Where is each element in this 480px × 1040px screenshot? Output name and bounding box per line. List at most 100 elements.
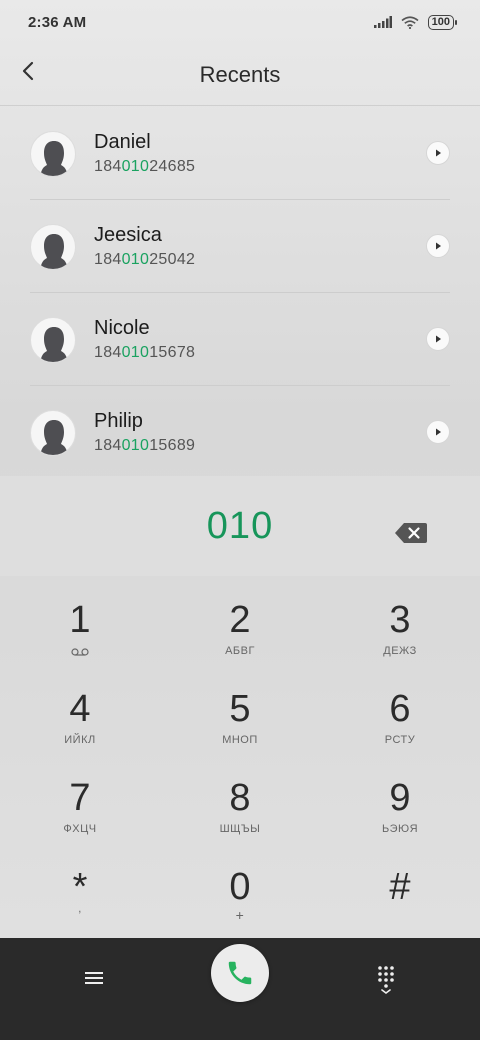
- person-silhouette-icon: [40, 233, 68, 269]
- dial-input[interactable]: 010: [207, 505, 273, 548]
- key-star[interactable]: * ,: [0, 843, 160, 932]
- key-2[interactable]: 2 АБВГ: [160, 576, 320, 665]
- key-letters: +: [235, 907, 245, 923]
- page-title: Recents: [199, 61, 281, 87]
- key-4[interactable]: 4 ИЙКЛ: [0, 665, 160, 754]
- avatar: [30, 223, 76, 270]
- contact-text: Nicole 18401015678: [94, 316, 195, 364]
- contact-text: Philip 18401015689: [94, 409, 195, 457]
- key-letters: ДЕЖЗ: [383, 645, 417, 657]
- contact-name: Nicole: [94, 316, 150, 339]
- contact-number: 18401024685: [94, 156, 195, 178]
- dialpad-toggle-button[interactable]: [372, 964, 400, 994]
- play-arrow-icon: [436, 149, 441, 157]
- key-letters: ФХЦЧ: [63, 823, 97, 835]
- voicemail-icon: [0, 647, 160, 659]
- key-letters: АБВГ: [225, 645, 255, 657]
- key-8[interactable]: 8 ШЩЪЫ: [160, 754, 320, 843]
- contact-row[interactable]: Philip 18401015689: [0, 386, 480, 479]
- key-digit: 3: [389, 599, 411, 641]
- contact-name: Jeesica: [94, 223, 162, 246]
- key-digit: *: [72, 866, 88, 908]
- contact-number: 18401015678: [94, 342, 195, 364]
- number-match: 010: [121, 250, 150, 268]
- signal-icon: [373, 16, 392, 28]
- key-digit: #: [389, 866, 411, 908]
- person-silhouette-icon: [40, 419, 68, 455]
- contact-row[interactable]: Nicole 18401015678: [0, 293, 480, 386]
- contact-row[interactable]: Jeesica 18401025042: [0, 200, 480, 293]
- menu-button[interactable]: [80, 964, 108, 992]
- status-bar: 2:36 AM 100: [0, 0, 480, 44]
- key-digit: 7: [69, 777, 91, 819]
- contact-detail-button[interactable]: [426, 420, 450, 444]
- chevron-left-icon: [22, 61, 34, 81]
- keypad: 1 2 АБВГ 3 ДЕЖЗ 4 ИЙКЛ 5 МНОП 6 РСТУ 7 Ф…: [0, 576, 480, 938]
- status-icons: 100: [373, 14, 458, 30]
- key-hash[interactable]: #: [320, 843, 480, 932]
- number-suffix: 25042: [149, 250, 196, 268]
- play-arrow-icon: [436, 335, 441, 343]
- key-5[interactable]: 5 МНОП: [160, 665, 320, 754]
- avatar: [30, 316, 76, 363]
- back-button[interactable]: [14, 56, 42, 86]
- key-6[interactable]: 6 РСТУ: [320, 665, 480, 754]
- avatar: [30, 130, 76, 177]
- header: Recents: [0, 44, 480, 106]
- number-prefix: 184: [94, 343, 122, 361]
- key-letters: ИЙКЛ: [64, 734, 96, 746]
- contact-detail-button[interactable]: [426, 327, 450, 351]
- recents-list: Daniel 18401024685 Jeesica 18401025042 N…: [0, 107, 480, 479]
- number-match: 010: [121, 343, 150, 361]
- key-3[interactable]: 3 ДЕЖЗ: [320, 576, 480, 665]
- contact-text: Daniel 18401024685: [94, 130, 195, 178]
- backspace-icon: [395, 523, 427, 543]
- contact-row[interactable]: Daniel 18401024685: [0, 107, 480, 200]
- key-1[interactable]: 1: [0, 576, 160, 665]
- contact-number: 18401025042: [94, 249, 195, 271]
- number-prefix: 184: [94, 250, 122, 268]
- number-match: 010: [121, 157, 150, 175]
- number-prefix: 184: [94, 157, 122, 175]
- key-digit: 4: [69, 688, 91, 730]
- contact-name: Daniel: [94, 130, 151, 153]
- key-letters: ШЩЪЫ: [219, 823, 261, 835]
- dialpad-icon: [378, 966, 394, 994]
- key-digit: 0: [229, 866, 251, 908]
- key-digit: 1: [69, 599, 91, 641]
- key-letters: МНОП: [222, 734, 258, 746]
- key-digit: 2: [229, 599, 251, 641]
- dial-display: 010: [0, 476, 480, 576]
- contact-detail-button[interactable]: [426, 141, 450, 165]
- bottom-bar: [0, 938, 480, 1040]
- number-match: 010: [121, 436, 150, 454]
- call-button[interactable]: [211, 944, 269, 1002]
- avatar: [30, 409, 76, 456]
- key-digit: 6: [389, 688, 411, 730]
- key-letters: ЬЭЮЯ: [381, 823, 419, 835]
- wifi-icon: [401, 15, 419, 29]
- person-silhouette-icon: [40, 326, 68, 362]
- contact-name: Philip: [94, 409, 143, 432]
- key-0[interactable]: 0 +: [160, 843, 320, 932]
- number-suffix: 15689: [149, 436, 196, 454]
- status-time: 2:36 AM: [28, 13, 87, 31]
- key-9[interactable]: 9 ЬЭЮЯ: [320, 754, 480, 843]
- contact-detail-button[interactable]: [426, 234, 450, 258]
- person-silhouette-icon: [40, 140, 68, 176]
- backspace-button[interactable]: [394, 522, 428, 548]
- hamburger-menu-icon: [85, 972, 103, 984]
- battery-icon: 100: [427, 14, 458, 30]
- key-7[interactable]: 7 ФХЦЧ: [0, 754, 160, 843]
- phone-icon: [228, 961, 252, 985]
- contact-text: Jeesica 18401025042: [94, 223, 195, 271]
- play-arrow-icon: [436, 428, 441, 436]
- key-letters: ,: [78, 903, 82, 915]
- key-letters: РСТУ: [384, 734, 416, 746]
- number-suffix: 24685: [149, 157, 196, 175]
- key-digit: 9: [389, 777, 411, 819]
- number-suffix: 15678: [149, 343, 196, 361]
- key-digit: 5: [229, 688, 251, 730]
- play-arrow-icon: [436, 242, 441, 250]
- key-digit: 8: [229, 777, 251, 819]
